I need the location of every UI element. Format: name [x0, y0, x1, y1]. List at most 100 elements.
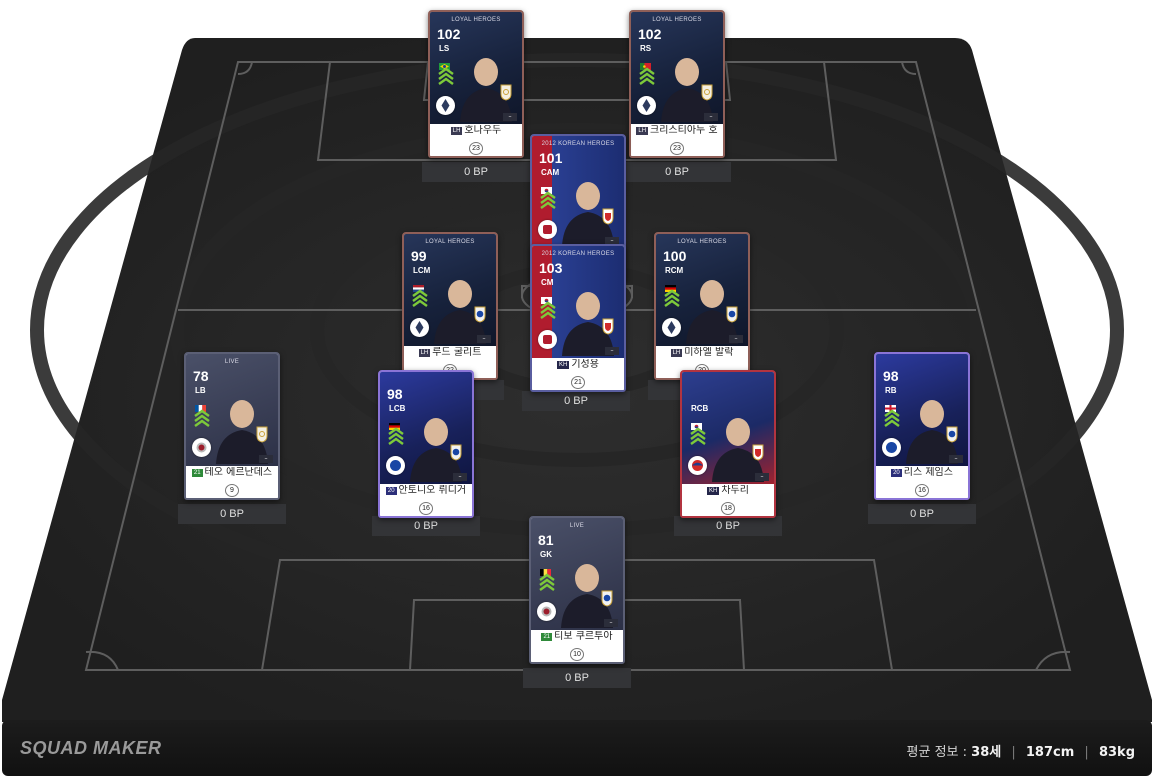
portugal-flag-icon: [640, 55, 651, 70]
player-name: LH 호나우두: [430, 125, 522, 137]
average-height: 187cm: [1025, 745, 1075, 760]
enhancement-level: 21: [571, 376, 585, 389]
player-card-rcb[interactable]: RCB – KH 차두리 18: [680, 370, 776, 518]
player-name: LH 루드 굴리트: [404, 347, 496, 359]
team-color-indicator: –: [949, 455, 963, 463]
real-madrid-icon: [499, 84, 513, 101]
player-name-text: 차두리: [721, 485, 749, 496]
netherlands-flag-icon: [413, 277, 424, 292]
overall-rating: 102: [638, 26, 662, 42]
player-card-lcb[interactable]: 98 LCB – 20 안토니오 뤼디거 16: [378, 370, 474, 518]
position-label: LB: [195, 386, 206, 395]
overall-rating: 81: [538, 532, 554, 548]
belgium-flag-icon: [540, 561, 551, 576]
overall-rating: 102: [437, 26, 461, 42]
team-color-indicator: –: [604, 619, 618, 627]
player-card-ls[interactable]: LOYAL HEROES 102 LS – LH 호나우두 23: [428, 10, 524, 158]
season-tag: KH: [707, 487, 720, 495]
enhancement-chevron-icon: [412, 289, 428, 309]
player-name-text: 테오 에르난데스: [204, 467, 273, 478]
average-age: 38세: [971, 745, 1002, 760]
team-color-indicator: –: [503, 113, 517, 121]
enhancement-chevron-icon: [438, 67, 454, 87]
player-card-rcm[interactable]: LOYAL HEROES100RCM–LH미하엘 발락20: [654, 232, 750, 380]
player-card-lcm[interactable]: LOYAL HEROES99LCM–LH루드 굴리트22: [402, 232, 498, 380]
position-label: GK: [540, 550, 552, 559]
card-series-label: LIVE: [569, 523, 585, 529]
enhancement-chevron-icon: [539, 573, 555, 593]
chelsea-icon: [945, 426, 959, 443]
player-card-gk[interactable]: LIVE 81 GK – 21 티보 쿠르투아 10: [529, 516, 625, 664]
player-card-rs[interactable]: LOYAL HEROES 102 RS – LH 크리스티아누 호 23: [629, 10, 725, 158]
player-name: LH 미하엘 발락: [656, 347, 748, 359]
korea-flag-icon: [541, 289, 552, 304]
player-card-lb[interactable]: LIVE 78 LB – 21 테오 에르난데스 9: [184, 352, 280, 500]
enhancement-chevron-icon: [388, 427, 404, 447]
germany-flag-icon: [665, 277, 676, 292]
bp-plate-lb: 0 BP: [178, 504, 286, 524]
season-tag: 21: [191, 469, 203, 477]
chelsea-icon: [473, 306, 487, 323]
korea-flag-icon: [541, 179, 552, 194]
team-color-indicator: –: [453, 473, 467, 481]
player-name-text: 리스 제임스: [903, 467, 953, 478]
overall-rating: 78: [193, 368, 209, 384]
average-weight: 83kg: [1098, 745, 1135, 760]
average-stats-label: 평균 정보 :: [906, 745, 968, 760]
average-stats: 평균 정보 : 38세 | 187cm | 83kg: [907, 741, 1135, 760]
position-label: CM: [541, 278, 554, 287]
divider: |: [1084, 745, 1089, 760]
season-tag: KH: [557, 361, 570, 369]
season-tag: LH: [670, 349, 683, 357]
overall-rating: 99: [411, 248, 427, 264]
player-name-text: 크리스티아누 호: [650, 125, 718, 136]
player-name: KH 기성용: [532, 359, 624, 371]
korea-flag-icon: [691, 415, 702, 430]
player-card-rb[interactable]: 98 RB – 20 리스 제임스 16: [874, 352, 970, 500]
card-series-label: LOYAL HEROES: [652, 17, 702, 23]
season-tag: 21: [541, 633, 553, 641]
enhancement-level: 18: [721, 502, 735, 515]
bp-plate-rcb: 0 BP: [674, 516, 782, 536]
season-badge-icon: [538, 220, 557, 239]
bp-plate-lcb: 0 BP: [372, 516, 480, 536]
overall-rating: 100: [663, 248, 687, 264]
enhancement-level: 9: [225, 484, 239, 497]
season-badge-icon: [537, 602, 556, 621]
card-series-label: 2012 KOREAN HEROES: [541, 251, 615, 257]
season-badge-icon: [538, 330, 557, 349]
season-tag: 20: [891, 469, 902, 477]
team-color-indicator: –: [704, 113, 718, 121]
season-badge-icon: [410, 318, 429, 337]
bp-plate-rb: 0 BP: [868, 504, 976, 524]
season-badge-icon: [662, 318, 681, 337]
germany-flag-icon: [389, 415, 400, 430]
position-label: LS: [439, 44, 450, 53]
brazil-flag-icon: [439, 55, 450, 70]
season-badge-icon: [688, 456, 707, 475]
team-color-indicator: –: [729, 335, 743, 343]
enhancement-chevron-icon: [540, 301, 556, 321]
korea-fa-icon: [751, 444, 765, 461]
position-label: LCB: [389, 404, 406, 413]
team-color-indicator: –: [755, 473, 769, 481]
enhancement-chevron-icon: [884, 409, 900, 429]
real-madrid-icon: [255, 426, 269, 443]
england-flag-icon: [885, 397, 896, 412]
squad-maker-logo: SQUAD MAKER: [20, 738, 162, 758]
enhancement-chevron-icon: [194, 409, 210, 429]
card-series-label: LOYAL HEROES: [677, 239, 727, 245]
card-series-label: LOYAL HEROES: [451, 17, 501, 23]
overall-rating: 103: [539, 260, 563, 276]
enhancement-level: 23: [670, 142, 684, 155]
player-name-text: 안토니오 뤼디거: [398, 485, 467, 496]
card-series-label: 2012 KOREAN HEROES: [541, 141, 615, 147]
position-label: CAM: [541, 168, 560, 177]
player-name: 21 테오 에르난데스: [186, 467, 278, 479]
player-name-text: 호나우두: [464, 125, 502, 136]
chelsea-icon: [725, 306, 739, 323]
enhancement-chevron-icon: [690, 427, 706, 447]
player-card-cm[interactable]: 2012 KOREAN HEROES 103 CM – KH 기성용 21: [530, 244, 626, 392]
squad-maker-stage: LOYAL HEROES 102 LS – LH 호나우두 23 0 BP LOYAL HERO…: [0, 0, 1154, 779]
player-name: 21 티보 쿠르투아: [531, 631, 623, 643]
